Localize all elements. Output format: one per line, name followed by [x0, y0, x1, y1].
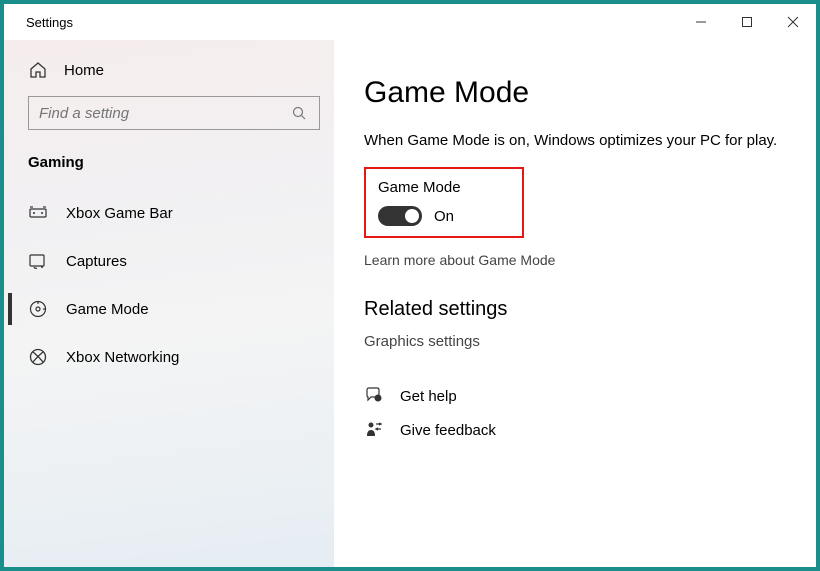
sidebar-section-label: Gaming — [14, 130, 334, 189]
get-help-label: Get help — [400, 388, 457, 405]
game-bar-icon — [28, 203, 48, 223]
settings-window: Settings Home — [0, 0, 820, 571]
minimize-button[interactable] — [678, 4, 724, 40]
get-help-row[interactable]: Get help — [364, 386, 786, 406]
home-label: Home — [64, 62, 104, 79]
titlebar: Settings — [4, 4, 816, 40]
home-nav[interactable]: Home — [14, 50, 334, 90]
search-box[interactable] — [28, 96, 320, 130]
feedback-icon — [364, 420, 384, 440]
highlight-box: Game Mode On — [364, 167, 524, 238]
toggle-state: On — [434, 208, 454, 225]
home-icon — [28, 60, 48, 80]
game-mode-toggle[interactable] — [378, 206, 422, 226]
search-icon — [289, 103, 309, 123]
give-feedback-label: Give feedback — [400, 422, 496, 439]
sidebar-item-label: Xbox Networking — [66, 349, 179, 366]
sidebar-item-game-mode[interactable]: Game Mode — [14, 285, 334, 333]
sidebar-item-xbox-game-bar[interactable]: Xbox Game Bar — [14, 189, 334, 237]
window-title: Settings — [26, 15, 73, 30]
toggle-label: Game Mode — [378, 179, 510, 196]
xbox-icon — [28, 347, 48, 367]
game-mode-icon — [28, 299, 48, 319]
main-content: Game Mode When Game Mode is on, Windows … — [334, 40, 816, 567]
related-settings-title: Related settings — [364, 298, 786, 321]
search-input[interactable] — [39, 105, 289, 122]
learn-more-link[interactable]: Learn more about Game Mode — [364, 252, 786, 268]
page-description: When Game Mode is on, Windows optimizes … — [364, 132, 786, 149]
page-title: Game Mode — [364, 76, 786, 110]
sidebar-item-label: Xbox Game Bar — [66, 205, 173, 222]
sidebar-item-label: Game Mode — [66, 301, 149, 318]
captures-icon — [28, 251, 48, 271]
window-controls — [678, 4, 816, 40]
sidebar: Home Gaming Xbox Game Bar — [4, 40, 334, 567]
give-feedback-row[interactable]: Give feedback — [364, 420, 786, 440]
close-button[interactable] — [770, 4, 816, 40]
maximize-button[interactable] — [724, 4, 770, 40]
help-icon — [364, 386, 384, 406]
sidebar-item-label: Captures — [66, 253, 127, 270]
sidebar-item-xbox-networking[interactable]: Xbox Networking — [14, 333, 334, 381]
sidebar-item-captures[interactable]: Captures — [14, 237, 334, 285]
graphics-settings-link[interactable]: Graphics settings — [364, 333, 786, 350]
